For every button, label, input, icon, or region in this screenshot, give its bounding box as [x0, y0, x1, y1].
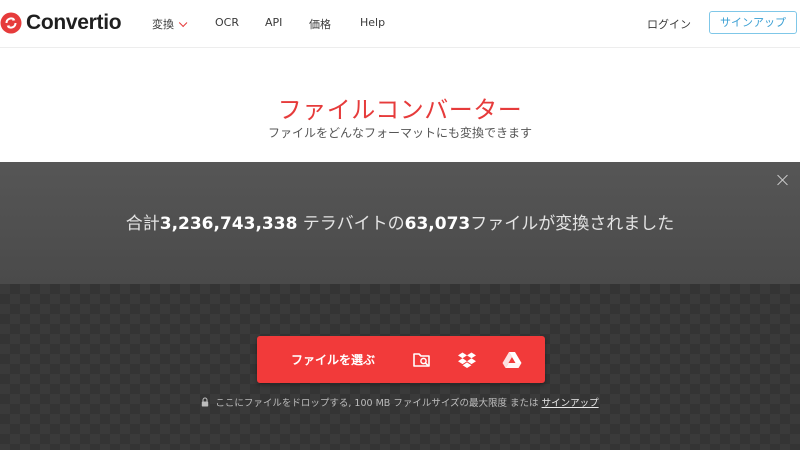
dropbox-icon[interactable]	[456, 349, 478, 371]
logo[interactable]: Convertio	[0, 10, 122, 36]
nav-item-ocr[interactable]: OCR	[215, 16, 239, 29]
choose-files-label: ファイルを選ぶ	[291, 353, 376, 367]
chevron-down-icon	[178, 18, 188, 28]
stats-terabytes: 3,236,743,338	[159, 214, 298, 234]
page-title: ファイルコンバーター	[277, 96, 523, 124]
folder-search-icon[interactable]	[411, 349, 433, 371]
stats-suffix: ファイルが変換されました	[470, 214, 675, 234]
nav-item-api[interactable]: API	[265, 16, 282, 29]
drop-hint-text: ここにファイルをドロップする, 100 MB ファイルサイズの最大限度 または	[215, 398, 542, 409]
lock-icon	[201, 397, 209, 410]
nav-item-convert-label: 変換	[152, 18, 174, 31]
top-header: Convertio 変換 OCR API 価格 Help ログイン サインアップ	[0, 0, 800, 48]
google-drive-icon[interactable]	[501, 349, 523, 371]
drop-hint: ここにファイルをドロップする, 100 MB ファイルサイズの最大限度 または …	[0, 395, 800, 410]
choose-files-button[interactable]: ファイルを選ぶ	[257, 336, 545, 383]
logo-text: Convertio	[26, 11, 122, 34]
signup-link[interactable]: サインアップ	[542, 398, 599, 409]
close-icon[interactable]	[775, 172, 791, 188]
nav-item-pricing[interactable]: 価格	[309, 16, 331, 32]
login-link[interactable]: ログイン	[647, 16, 691, 32]
conversion-stats: 合計3,236,743,338 テラバイトの63,073ファイルが変換されました	[0, 209, 800, 234]
stats-prefix: 合計	[125, 214, 160, 234]
nav-item-help[interactable]: Help	[360, 16, 385, 29]
stats-middle: テラバイトの	[297, 214, 405, 234]
signup-button[interactable]: サインアップ	[709, 11, 797, 34]
stats-files: 63,073	[404, 214, 471, 234]
convertio-logo-icon	[0, 12, 22, 34]
nav-item-convert[interactable]: 変換	[152, 16, 188, 32]
page-subtitle: ファイルをどんなフォーマットにも変換できます	[267, 126, 532, 140]
